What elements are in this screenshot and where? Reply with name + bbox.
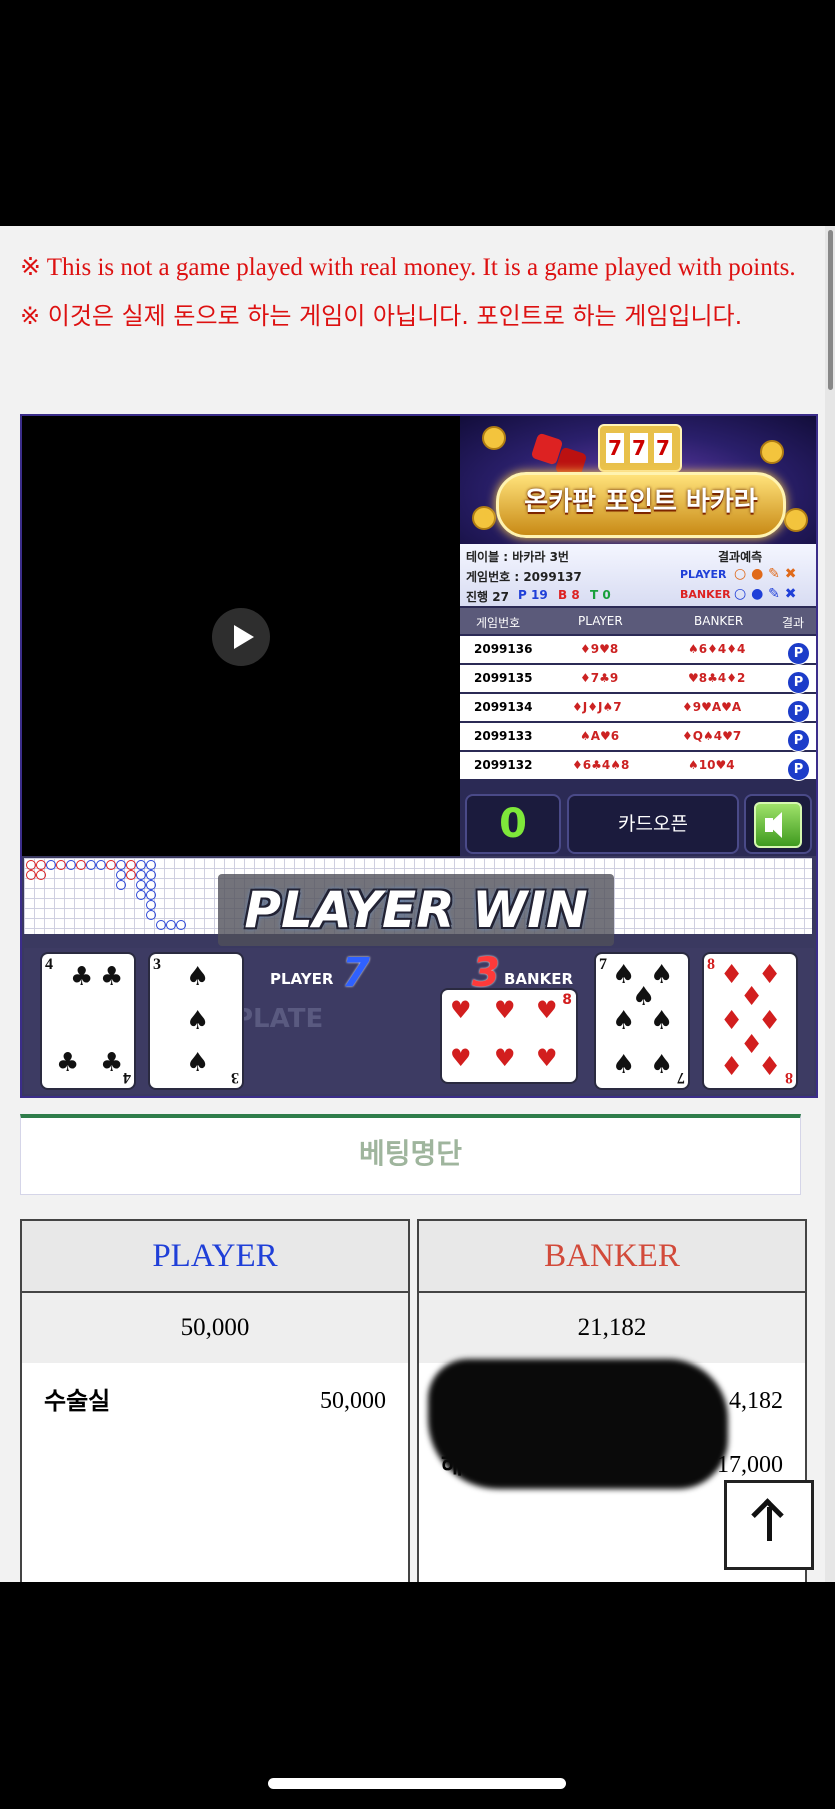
countdown-display: 0	[465, 794, 561, 854]
tie-count: T 0	[590, 588, 611, 602]
home-indicator[interactable]	[268, 1778, 566, 1789]
road-bead	[86, 860, 96, 870]
road-bead	[146, 870, 156, 880]
road-bead	[156, 920, 166, 930]
banker-card-sideways: ♥ ♥ ♥ ♥ ♥ ♥ 8	[442, 990, 576, 1082]
history-row: 2099136 ♦9♥8 ♠6♦4♦4 P	[460, 636, 816, 665]
road-bead	[96, 860, 106, 870]
coin-icon	[784, 508, 808, 532]
game-side-panel: 777 온카판 포인트 바카라 테이블 : 바카라 3번 결과예측 게임번호 :…	[460, 416, 816, 856]
notice-english: ※ This is not a game played with real mo…	[20, 254, 796, 281]
road-bead	[136, 860, 146, 870]
table-plate-label: PLATE	[234, 1004, 324, 1034]
player-card: 3 ♠ ♠ ♠ 3	[150, 954, 242, 1088]
road-bead	[26, 870, 36, 880]
game-number: 게임번호 : 2099137	[466, 570, 582, 584]
slot-machine-icon: 777	[598, 424, 682, 472]
predict-label: 결과예측	[718, 550, 763, 564]
banker-card: 7 ♠ ♠ ♠ ♠ ♠ ♠ ♠ 7	[596, 954, 688, 1088]
speaker-icon	[754, 802, 802, 848]
result-player-badge: P	[787, 729, 810, 752]
player-score-label: PLAYER	[270, 970, 334, 988]
banker-card: 8 ♦ ♦ ♦ ♦ ♦ ♦ ♦ ♦ 8	[704, 954, 796, 1088]
player-card: 4 ♣ ♣ ♣ ♣ 4	[42, 954, 134, 1088]
road-bead	[146, 900, 156, 910]
road-bead	[26, 860, 36, 870]
game-controls: 0 카드오픈	[460, 789, 816, 856]
predict-banker-label: BANKER	[680, 588, 731, 601]
road-bead	[116, 870, 126, 880]
player-score: 7	[342, 950, 370, 996]
notice: ※ This is not a game played with real mo…	[20, 244, 800, 340]
result-player-badge: P	[787, 700, 810, 723]
coin-icon	[760, 440, 784, 464]
scroll-top-button[interactable]	[724, 1480, 814, 1570]
table-name: 테이블 : 바카라 3번	[466, 550, 569, 564]
banner-title: 온카판 포인트 바카라	[524, 487, 758, 517]
banker-score-label: BANKER	[504, 970, 574, 988]
road-bead	[66, 860, 76, 870]
road-bead	[56, 860, 66, 870]
game-info: 테이블 : 바카라 3번 결과예측 게임번호 : 2099137 PLAYER …	[460, 544, 816, 606]
scrollbar[interactable]	[825, 226, 835, 1582]
predict-banker-options[interactable]: ○ ● ✎ ✖	[734, 586, 797, 602]
road-bead	[46, 860, 56, 870]
result-player-badge: P	[787, 642, 810, 665]
road-bead	[106, 860, 116, 870]
baccarat-game-panel: 777 온카판 포인트 바카라 테이블 : 바카라 3번 결과예측 게임번호 :…	[20, 414, 818, 1098]
page-content: ※ This is not a game played with real mo…	[0, 226, 835, 1582]
redaction-scribble	[428, 1359, 728, 1489]
player-bet-column: PLAYER 50,000 수술실 50,000	[20, 1219, 410, 1582]
road-bead	[76, 860, 86, 870]
road-bead	[36, 860, 46, 870]
progress-count: 진행 27	[466, 590, 509, 604]
play-icon[interactable]	[212, 608, 270, 666]
scrollbar-thumb[interactable]	[828, 230, 833, 390]
road-bead	[126, 860, 136, 870]
road-bead	[136, 890, 146, 900]
bet-amount: 4,182	[729, 1388, 783, 1414]
player-count: P 19	[518, 588, 548, 602]
result-banner: PLAYER WIN	[244, 881, 588, 939]
bettor-name: 수술실	[44, 1387, 111, 1415]
history-row: 2099132 ♦6♣4♠8 ♠10♥4 P	[460, 752, 816, 781]
card-open-button[interactable]: 카드오픈	[567, 794, 739, 854]
road-bead	[116, 880, 126, 890]
bet-amount: 50,000	[320, 1388, 386, 1414]
result-player-badge: P	[787, 671, 810, 694]
betting-list-title: 베팅명단	[20, 1114, 801, 1195]
road-bead	[126, 870, 136, 880]
sound-toggle-button[interactable]	[744, 794, 812, 854]
road-bead	[166, 920, 176, 930]
result-player-badge: P	[787, 758, 810, 781]
road-bead	[36, 870, 46, 880]
bet-row: 수술실 50,000	[22, 1371, 408, 1431]
banker-count: B 8	[558, 588, 580, 602]
road-bead	[136, 880, 146, 890]
player-total: 50,000	[22, 1293, 408, 1363]
road-bead	[146, 910, 156, 920]
predict-player-options[interactable]: ○ ● ✎ ✖	[734, 566, 797, 582]
history-row: 2099134 ♦J♦J♠7 ♦9♥A♥A P	[460, 694, 816, 723]
road-bead	[146, 880, 156, 890]
player-column-header: PLAYER	[22, 1221, 408, 1293]
predict-player-label: PLAYER	[680, 568, 727, 581]
road-bead	[176, 920, 186, 930]
history-row: 2099133 ♠A♥6 ♦Q♠4♥7 P	[460, 723, 816, 752]
road-bead	[136, 870, 146, 880]
card-table: PLATE 4 ♣ ♣ ♣ ♣ 4 3 ♠ ♠ ♠ 3 PLAYER 7 3 B…	[24, 948, 814, 1094]
game-banner: 777 온카판 포인트 바카라	[460, 416, 816, 544]
road-bead	[146, 890, 156, 900]
banker-column-header: BANKER	[419, 1221, 805, 1293]
history-row: 2099135 ♦7♣9 ♥8♣4♦2 P	[460, 665, 816, 694]
coin-icon	[482, 426, 506, 450]
banker-total: 21,182	[419, 1293, 805, 1363]
notice-korean: ※ 이것은 실제 돈으로 하는 게임이 아닙니다. 포인트로 하는 게임입니다.	[20, 302, 743, 330]
video-player[interactable]	[22, 416, 460, 856]
road-bead	[116, 860, 126, 870]
history-header: 게임번호 PLAYER BANKER 결과	[460, 608, 816, 634]
coin-icon	[472, 506, 496, 530]
road-bead	[146, 860, 156, 870]
history-list: 2099136 ♦9♥8 ♠6♦4♦4 P 2099135 ♦7♣9 ♥8♣4♦…	[460, 636, 816, 781]
